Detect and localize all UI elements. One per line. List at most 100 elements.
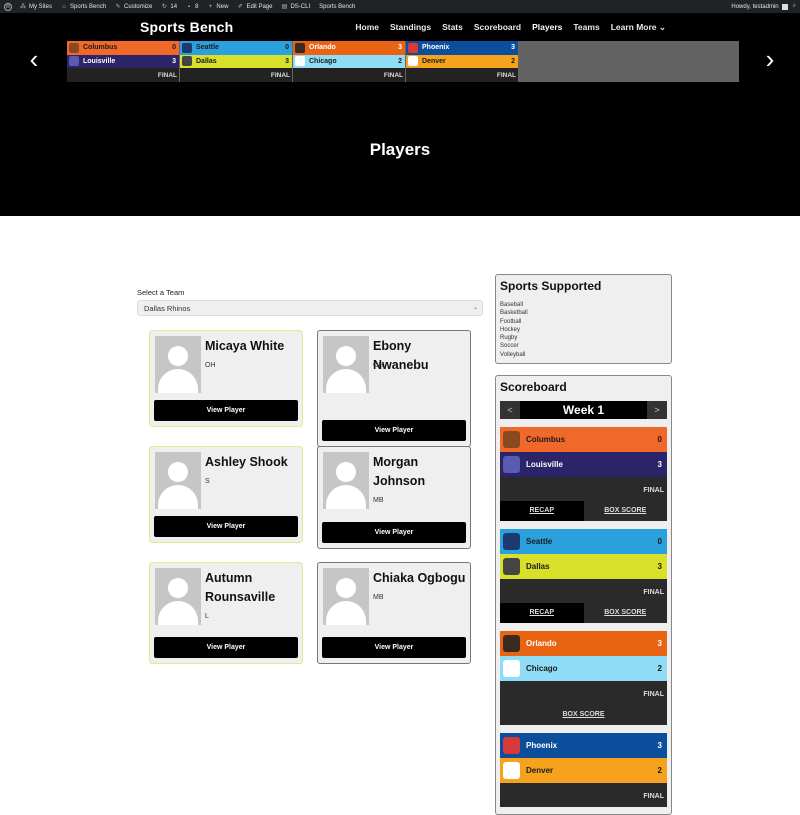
team-name: Denver	[422, 57, 446, 65]
site-title[interactable]: Sports Bench	[140, 19, 233, 35]
team-name: Louisville	[83, 57, 116, 65]
team-select[interactable]: Dallas Rhinos ⌄	[137, 300, 483, 316]
ticker-game[interactable]: Phoenix 3 Denver 2 FINAL	[406, 41, 518, 82]
sport-item[interactable]: Football	[500, 318, 667, 326]
team-name: Phoenix	[422, 44, 450, 52]
ticker-team-row: Columbus 0	[67, 41, 179, 55]
sports-list: Baseball Basketball Football Hockey Rugby Soc…	[500, 301, 667, 359]
box-score-link[interactable]: BOX SCORE	[500, 705, 667, 725]
recap-link[interactable]: RECAP	[500, 603, 584, 623]
view-player-button[interactable]: View Player	[322, 522, 466, 543]
sport-item[interactable]: Baseball	[500, 301, 667, 309]
nav-learn-more[interactable]: Learn More ⌄	[611, 22, 666, 33]
box-score-link[interactable]: BOX SCORE	[584, 501, 668, 521]
team-name: Chicago	[526, 664, 558, 673]
admin-new[interactable]: + New	[207, 4, 229, 10]
team-logo-icon	[503, 456, 520, 473]
team-score: 3	[657, 562, 662, 571]
score-ticker: Columbus 0 Louisville 3 FINAL Seattle 0 Dallas 3…	[67, 41, 739, 82]
sport-item[interactable]: Hockey	[500, 326, 667, 334]
avatar-body	[326, 485, 366, 509]
team-logo-icon	[503, 533, 520, 550]
nav-players[interactable]: Players	[532, 22, 562, 33]
ticker-prev-arrow-icon[interactable]: ‹	[26, 46, 42, 74]
ticker-game[interactable]: Orlando 3 Chicago 2 FINAL	[293, 41, 405, 82]
avatar-body	[158, 485, 198, 509]
player-position: S	[205, 478, 210, 485]
week-selector: < Week 1 >	[500, 401, 667, 419]
nav-standings[interactable]: Standings	[390, 22, 431, 33]
wordpress-logo-icon[interactable]: W	[4, 2, 12, 11]
player-name[interactable]: Micaya White	[205, 337, 301, 356]
nav-stats[interactable]: Stats	[442, 22, 463, 33]
view-player-button[interactable]: View Player	[154, 637, 298, 658]
admin-ds-cli[interactable]: ▤ DS-CLI	[281, 3, 311, 10]
game-links: BOX SCORE	[500, 705, 667, 725]
sport-item[interactable]: Basketball	[500, 309, 667, 317]
ticker-team-row: Denver 2	[406, 54, 518, 68]
player-name[interactable]: Chiaka Ogbogu	[373, 569, 469, 588]
player-photo[interactable]	[323, 452, 369, 509]
admin-updates[interactable]: ↻ 14	[161, 4, 177, 10]
admin-my-sites[interactable]: ⁂ My Sites	[20, 4, 52, 10]
team-name: Columbus	[83, 44, 118, 52]
ticker-game[interactable]: Seattle 0 Dallas 3 FINAL	[180, 41, 292, 82]
nav-teams[interactable]: Teams	[573, 22, 599, 33]
player-photo[interactable]	[323, 568, 369, 625]
team-logo-icon	[503, 762, 520, 779]
admin-bar: W ⁂ My Sites ⌂ Sports Bench ✎ Customize ↻ 14…	[0, 0, 800, 13]
scoreboard-team-row: Denver 2	[500, 758, 667, 783]
ticker-game[interactable]: Columbus 0 Louisville 3 FINAL	[67, 41, 179, 82]
team-name: Dallas	[196, 57, 217, 65]
view-player-button[interactable]: View Player	[322, 637, 466, 658]
sport-item[interactable]: Volleyball	[500, 351, 667, 359]
next-week-button[interactable]: >	[647, 401, 667, 419]
team-logo-icon	[503, 558, 520, 575]
admin-site-name[interactable]: ⌂ Sports Bench	[61, 4, 106, 10]
scoreboard-game: Orlando 3 Chicago 2 FINAL BOX SCORE	[500, 631, 667, 725]
box-score-link[interactable]: BOX SCORE	[584, 603, 668, 623]
player-position: OH	[373, 362, 384, 369]
admin-edit-page[interactable]: ✐ Edit Page	[237, 3, 273, 10]
nav-scoreboard[interactable]: Scoreboard	[474, 22, 521, 33]
game-status: FINAL	[643, 691, 664, 698]
ticker-next-arrow-icon[interactable]: ›	[762, 46, 778, 74]
avatar[interactable]	[781, 3, 788, 10]
scoreboard-game: Seattle 0 Dallas 3 FINAL RECAP BOX SCORE	[500, 529, 667, 623]
player-card: Ashley Shook S View Player	[149, 446, 303, 543]
player-position: MB	[373, 497, 384, 504]
sport-item[interactable]: Rugby	[500, 334, 667, 342]
player-card: Chiaka Ogbogu MB View Player	[317, 562, 471, 664]
view-player-button[interactable]: View Player	[154, 400, 298, 421]
recap-link[interactable]: RECAP	[500, 501, 584, 521]
sport-item[interactable]: Soccer	[500, 342, 667, 350]
view-player-button[interactable]: View Player	[154, 516, 298, 537]
game-status: FINAL	[643, 487, 664, 494]
admin-comments[interactable]: ▪ 8	[186, 4, 198, 10]
team-name: Columbus	[526, 435, 566, 444]
player-photo[interactable]	[155, 452, 201, 509]
admin-sports-bench[interactable]: Sports Bench	[319, 4, 355, 10]
player-name[interactable]: Morgan Johnson	[373, 453, 469, 491]
cli-icon: ▤	[281, 3, 288, 10]
view-player-button[interactable]: View Player	[322, 420, 466, 441]
avatar-head	[336, 462, 356, 482]
home-icon: ⌂	[62, 3, 66, 10]
player-photo[interactable]	[155, 568, 201, 625]
player-photo[interactable]	[323, 336, 369, 393]
team-score: 3	[285, 57, 289, 65]
avatar-head	[168, 346, 188, 366]
player-name[interactable]: Autumn Rounsaville	[205, 569, 301, 607]
player-photo[interactable]	[155, 336, 201, 393]
game-status: FINAL	[406, 68, 518, 82]
prev-week-button[interactable]: <	[500, 401, 520, 419]
ticker-empty	[519, 41, 739, 82]
admin-customize[interactable]: ✎ Customize	[115, 4, 153, 10]
edit-icon: ✐	[237, 3, 243, 10]
player-name[interactable]: Ashley Shook	[205, 453, 301, 472]
avatar-head	[168, 462, 188, 482]
nav-home[interactable]: Home	[355, 22, 379, 33]
player-name[interactable]: Ebony Nwanebu	[373, 337, 469, 375]
admin-greeting[interactable]: Howdy, testadmin	[731, 4, 778, 10]
search-icon[interactable]: ⌕	[793, 3, 796, 10]
